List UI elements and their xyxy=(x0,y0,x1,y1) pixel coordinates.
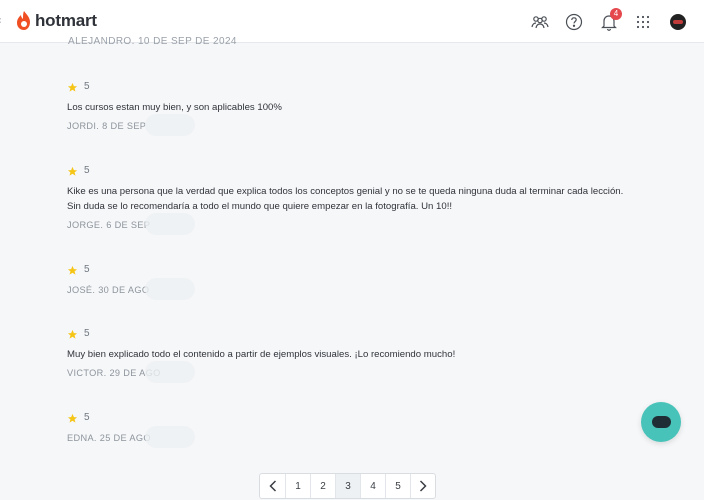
hotmart-logo[interactable]: hotmart xyxy=(16,10,97,32)
review-author-date: JOSÉ. 30 DE AGO xyxy=(67,278,627,300)
previous-review-author: ALEJANDRO. 10 DE SEP DE 2024 xyxy=(68,36,237,47)
star-icon xyxy=(67,166,78,176)
help-icon[interactable] xyxy=(564,12,584,32)
star-icon xyxy=(67,413,78,423)
review-author-date: VICTOR. 29 DE AGO xyxy=(67,361,627,383)
review-item: 5 Muy bien explicado todo el contenido a… xyxy=(67,327,627,383)
review-author-date: EDNA. 25 DE AGO xyxy=(67,426,627,448)
review-text: Kike es una persona que la verdad que ex… xyxy=(67,186,624,212)
bell-icon[interactable]: 4 xyxy=(599,8,622,32)
brand-name: hotmart xyxy=(35,11,97,30)
star-icon xyxy=(67,82,78,92)
review-item: 5 EDNA. 25 DE AGO xyxy=(67,411,627,448)
next-page-button[interactable] xyxy=(410,474,435,498)
chevron-left-icon xyxy=(268,480,276,492)
community-icon[interactable] xyxy=(530,12,550,32)
rating-value: 5 xyxy=(84,412,90,423)
rating-value: 5 xyxy=(84,264,90,275)
review-item: 5 Kike es una persona que la verdad que … xyxy=(67,164,627,235)
rating-value: 5 xyxy=(84,81,90,92)
rating-row: 5 xyxy=(67,327,627,341)
review-item: 5 JOSÉ. 30 DE AGO xyxy=(67,263,627,300)
rating-value: 5 xyxy=(84,165,90,176)
prev-page-button[interactable] xyxy=(260,474,285,498)
rating-value: 5 xyxy=(84,328,90,339)
notification-badge: 4 xyxy=(610,8,622,20)
back-edge-icon[interactable]: ‹ xyxy=(0,14,3,28)
page-button-3[interactable]: 3 xyxy=(335,474,360,498)
star-icon xyxy=(67,329,78,339)
rating-row: 5 xyxy=(67,263,627,277)
page-button-1[interactable]: 1 xyxy=(285,474,310,498)
chevron-right-icon xyxy=(419,480,427,492)
review-text: Los cursos estan muy bien, y son aplicab… xyxy=(67,102,282,113)
review-author-date: JORDI. 8 DE SEP xyxy=(67,114,627,136)
star-icon xyxy=(67,265,78,275)
user-avatar[interactable] xyxy=(670,14,686,30)
page-button-2[interactable]: 2 xyxy=(310,474,335,498)
rating-row: 5 xyxy=(67,80,627,94)
flame-icon xyxy=(17,11,30,30)
review-author-date: JORGE. 6 DE SEP xyxy=(67,213,627,235)
page-button-4[interactable]: 4 xyxy=(360,474,385,498)
chat-button[interactable] xyxy=(641,402,681,442)
chat-icon xyxy=(651,416,671,428)
rating-row: 5 xyxy=(67,411,627,425)
apps-grid-icon[interactable] xyxy=(633,12,653,32)
review-item: 5 Los cursos estan muy bien, y son aplic… xyxy=(67,80,627,136)
page-button-5[interactable]: 5 xyxy=(385,474,410,498)
review-text: Muy bien explicado todo el contenido a p… xyxy=(67,349,456,360)
rating-row: 5 xyxy=(67,164,627,178)
pagination: 1 2 3 4 5 xyxy=(259,473,436,499)
